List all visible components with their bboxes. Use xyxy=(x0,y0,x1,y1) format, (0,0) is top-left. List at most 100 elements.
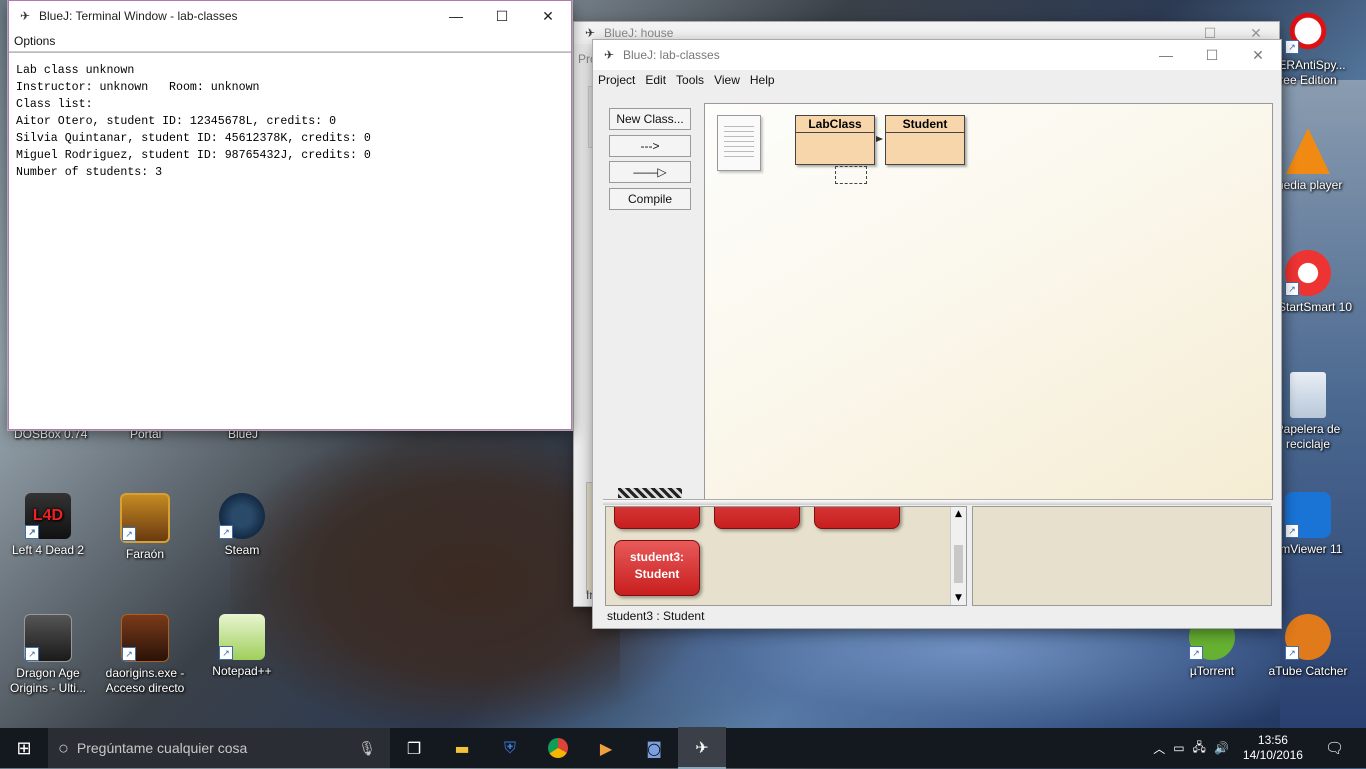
object-instance[interactable] xyxy=(814,507,900,529)
uses-arrow-icon: ---> xyxy=(640,139,660,153)
desktop-icon-daorigins[interactable]: ↗ daorigins.exe - Acceso directo xyxy=(100,614,190,696)
desktop-icon-dragon-age[interactable]: ↗ Dragon Age Origins - Ulti... xyxy=(3,614,93,696)
gamepad-icon: ◙ xyxy=(646,738,662,758)
desktop-icon-label: aTube Catcher xyxy=(1268,664,1348,678)
left4dead-icon: L4D ↗ xyxy=(25,493,71,539)
terminal-window-title: BlueJ: Terminal Window - lab-classes xyxy=(39,9,238,23)
menu-view[interactable]: View xyxy=(709,73,745,87)
terminal-line: Lab class unknown xyxy=(16,64,135,77)
terminal-line: Silvia Quintanar, student ID: 45612378K,… xyxy=(16,132,371,145)
split-divider[interactable] xyxy=(603,499,1271,505)
minimize-icon[interactable]: — xyxy=(433,1,479,31)
readme-document-icon[interactable] xyxy=(717,115,761,171)
object-instance[interactable] xyxy=(714,507,800,529)
atube-catcher-icon: ↗ xyxy=(1285,614,1331,660)
terminal-line: Miguel Rodriguez, student ID: 98765432J,… xyxy=(16,149,371,162)
power-icon: ↗ xyxy=(1285,250,1331,296)
notifications-icon[interactable]: 🗨 xyxy=(1325,739,1344,757)
lab-window-title: BlueJ: lab-classes xyxy=(623,48,720,62)
status-bar-text: student3 : Student xyxy=(607,609,705,623)
taskbar: ⊞ ○ Pregúntame cualquier cosa 🎙 ❐ ▬ ⛨ ▶ … xyxy=(0,727,1366,769)
scroll-down-icon[interactable]: ▼ xyxy=(951,591,966,605)
bluej-icon: ✈ xyxy=(603,48,615,62)
media-icon: ▶ xyxy=(599,738,613,758)
lab-titlebar[interactable]: ✈ BlueJ: lab-classes — ☐ ✕ xyxy=(593,40,1281,70)
search-box[interactable]: ○ Pregúntame cualquier cosa 🎙 xyxy=(48,728,390,768)
class-name: Student xyxy=(886,116,964,133)
terminal-output[interactable]: Lab class unknown Instructor: unknown Roo… xyxy=(9,52,571,429)
tray-chevron-icon[interactable]: ︿ xyxy=(1153,740,1165,757)
desktop-icon-notepadpp[interactable]: ↗ Notepad++ xyxy=(197,614,287,679)
clock[interactable]: 13:56 14/10/2016 xyxy=(1243,733,1303,763)
task-view-button[interactable]: ❐ xyxy=(390,728,438,768)
terminal-line: Number of students: 3 xyxy=(16,166,163,179)
faraon-icon: ↗ xyxy=(120,493,170,543)
scroll-up-icon[interactable]: ▲ xyxy=(951,507,966,521)
folder-icon: ▬ xyxy=(454,738,470,758)
object-bench: student3: Student ▲ ▼ xyxy=(605,506,967,606)
taskbar-media[interactable]: ▶ xyxy=(582,728,630,768)
terminal-titlebar[interactable]: ✈ BlueJ: Terminal Window - lab-classes —… xyxy=(9,1,571,31)
start-button[interactable]: ⊞ xyxy=(0,728,48,768)
microphone-icon[interactable]: 🎙 xyxy=(358,740,376,757)
uses-arrow-button[interactable]: ---> xyxy=(609,135,691,157)
taskbar-bluej[interactable]: ✈ xyxy=(678,727,726,769)
dependency-arrow-icon xyxy=(876,136,883,142)
bluej-terminal-window[interactable]: ✈ BlueJ: Terminal Window - lab-classes —… xyxy=(8,0,572,430)
class-student[interactable]: Student xyxy=(885,115,965,165)
desktop-icon-steam[interactable]: ↗ Steam xyxy=(197,493,287,558)
taskbar-gamepad[interactable]: ◙ xyxy=(630,728,678,768)
desktop-icon-faraon[interactable]: ↗ Faraón xyxy=(100,493,190,562)
desktop-icon-label: Dragon Age Origins - Ulti... xyxy=(9,666,86,695)
bluej-icon: ✈ xyxy=(695,737,709,757)
bluej-icon: ✈ xyxy=(19,9,31,23)
machine-indicator xyxy=(618,488,682,498)
steam-icon: ↗ xyxy=(219,493,265,539)
menu-options[interactable]: Options xyxy=(9,34,60,48)
class-labclass[interactable]: LabClass xyxy=(795,115,875,165)
menu-help[interactable]: Help xyxy=(745,73,780,87)
taskbar-security[interactable]: ⛨ xyxy=(486,728,534,768)
object-name: student3: xyxy=(630,550,684,564)
desktop-icon-label: Faraón xyxy=(125,547,165,561)
object-instance[interactable] xyxy=(614,507,700,529)
object-student3[interactable]: student3: Student xyxy=(614,540,700,596)
new-class-button[interactable]: New Class... xyxy=(609,108,691,130)
taskbar-chrome[interactable] xyxy=(534,728,582,768)
network-icon[interactable]: 🖧 xyxy=(1193,738,1206,759)
daorigins-icon: ↗ xyxy=(121,614,169,662)
menu-project[interactable]: Project xyxy=(593,73,640,87)
close-icon[interactable]: ✕ xyxy=(525,1,571,31)
object-type: Student xyxy=(634,567,680,581)
code-pad[interactable] xyxy=(972,506,1272,606)
battery-icon[interactable]: ▭ xyxy=(1173,741,1184,755)
inherit-arrow-button[interactable]: ——▷ xyxy=(609,161,691,183)
maximize-icon[interactable]: ☐ xyxy=(479,1,525,31)
class-diagram-canvas[interactable]: LabClass Student xyxy=(704,103,1273,500)
desktop-icon-label: media player xyxy=(1273,178,1343,192)
clock-date: 14/10/2016 xyxy=(1242,748,1303,762)
cortana-circle-icon: ○ xyxy=(58,737,69,758)
inherit-arrow-icon: ——▷ xyxy=(633,165,667,179)
minimize-icon[interactable]: — xyxy=(1143,40,1189,70)
scroll-thumb[interactable] xyxy=(954,545,963,583)
menu-tools[interactable]: Tools xyxy=(671,73,709,87)
notepadpp-icon: ↗ xyxy=(219,614,265,660)
object-bench-scrollbar[interactable]: ▲ ▼ xyxy=(950,507,966,605)
search-placeholder: Pregúntame cualquier cosa xyxy=(76,740,248,756)
maximize-icon[interactable]: ☐ xyxy=(1189,40,1235,70)
compile-button[interactable]: Compile xyxy=(609,188,691,210)
shield-icon: ⛨ xyxy=(503,738,516,757)
class-name: LabClass xyxy=(796,116,874,133)
menu-edit[interactable]: Edit xyxy=(640,73,671,87)
bluej-lab-classes-window[interactable]: ✈ BlueJ: lab-classes — ☐ ✕ Project Edit … xyxy=(593,40,1281,628)
task-view-icon: ❐ xyxy=(406,738,422,758)
desktop-icon-label: Notepad++ xyxy=(212,664,272,678)
close-icon[interactable]: ✕ xyxy=(1235,40,1281,70)
terminal-line: Instructor: unknown Room: unknown xyxy=(16,81,260,94)
volume-icon[interactable]: 🔊 xyxy=(1214,741,1229,755)
taskbar-explorer[interactable]: ▬ xyxy=(438,728,486,768)
system-tray: ︿ ▭ 🖧 🔊 13:56 14/10/2016 🗨 xyxy=(1153,728,1366,768)
desktop-icon-left4dead2[interactable]: L4D ↗ Left 4 Dead 2 xyxy=(3,493,93,558)
terminal-line: Class list: xyxy=(16,98,93,111)
